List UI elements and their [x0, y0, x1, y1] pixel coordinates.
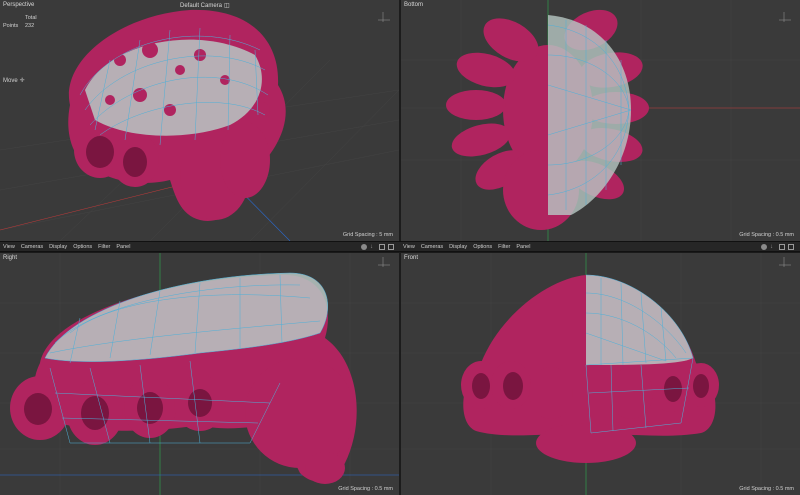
viewport-menubar-right: View Cameras Display Options Filter Pane…	[400, 241, 800, 252]
menu-options[interactable]: Options	[473, 244, 492, 250]
camera-name: Default Camera	[180, 3, 223, 9]
tool-label: Move ✛	[3, 77, 25, 84]
stats-overlay: Total Points 232	[3, 14, 37, 30]
viewport-perspective[interactable]: Perspective Default Camera ◫ Total Points…	[0, 0, 399, 241]
viewport-title: Right	[3, 255, 18, 261]
viewport-title: Bottom	[404, 2, 424, 8]
menu-display[interactable]: Display	[49, 244, 67, 250]
grid-spacing-label: Grid Spacing : 5 mm	[342, 232, 393, 238]
menu-filter[interactable]: Filter	[98, 244, 110, 250]
perspective-scene	[0, 9, 399, 241]
grid-spacing-label: Grid Spacing : 0.5 mm	[739, 486, 794, 492]
grid-spacing-label: Grid Spacing : 0.5 mm	[739, 232, 794, 238]
viewport-title: Perspective	[3, 2, 35, 8]
maximize-icon[interactable]	[388, 243, 394, 250]
menu-options[interactable]: Options	[73, 244, 92, 250]
bottom-scene	[401, 0, 800, 241]
grid-spacing-label: Grid Spacing : 0.5 mm	[338, 486, 393, 492]
camera-icon: ◫	[224, 3, 230, 9]
front-scene	[401, 253, 800, 495]
viewport-bottom[interactable]: Bottom Grid Spacing : 0.5 mm	[401, 0, 800, 241]
stats-points-value: 232	[25, 23, 35, 29]
maximize-icon[interactable]	[788, 243, 794, 250]
down-arrow-icon[interactable]: ↓	[370, 244, 376, 250]
stats-points-label: Points	[3, 23, 19, 29]
move-cross-icon: ✛	[19, 78, 25, 84]
menu-cameras[interactable]: Cameras	[21, 244, 43, 250]
down-arrow-icon[interactable]: ↓	[770, 244, 776, 250]
stats-total-label: Total	[25, 15, 37, 21]
menu-panel[interactable]: Panel	[116, 244, 130, 250]
menu-cameras[interactable]: Cameras	[421, 244, 443, 250]
circle-icon[interactable]	[761, 243, 767, 250]
viewport-right[interactable]: Right Grid Spacing : 0.5 mm	[0, 253, 399, 495]
menu-view[interactable]: View	[3, 244, 15, 250]
square-icon[interactable]	[379, 243, 385, 250]
viewport-front[interactable]: Front Grid Spacing : 0.5 mm	[401, 253, 800, 495]
menu-filter[interactable]: Filter	[498, 244, 510, 250]
menu-panel[interactable]: Panel	[516, 244, 530, 250]
viewport-menubar-left: View Cameras Display Options Filter Pane…	[0, 241, 400, 252]
tool-name: Move	[3, 78, 18, 84]
viewport-title: Front	[404, 255, 419, 261]
right-scene	[0, 253, 399, 495]
menu-display[interactable]: Display	[449, 244, 467, 250]
menu-view[interactable]: View	[403, 244, 415, 250]
camera-selector[interactable]: Default Camera ◫	[180, 2, 230, 9]
circle-icon[interactable]	[361, 243, 367, 250]
square-icon[interactable]	[779, 243, 785, 250]
